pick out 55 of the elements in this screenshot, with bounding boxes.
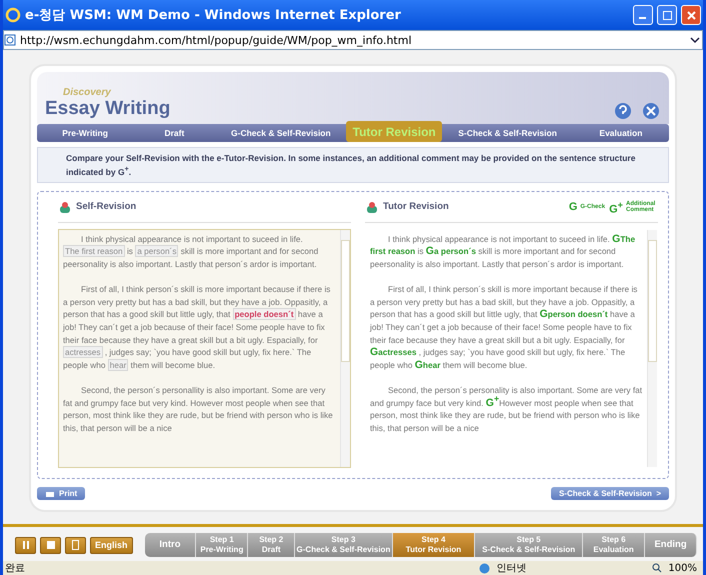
nav-tab[interactable]: S-Check & Self-Revision (442, 124, 573, 142)
nav-tab[interactable]: Evaluation (572, 124, 669, 142)
step-tab[interactable]: Ending (645, 533, 698, 557)
status-text: 완료 (5, 562, 26, 575)
essay-paragraph: I think physical appearance is not important to suceed in life. The first reason is a person´s skill is more important and for second peersonality is also important. Lastly that person´s ardor is important. (63, 232, 320, 271)
essay-paragraph: Second, the person´s personality is also important. Some are very fat and grumpy face but very kind. G$^{+}$However most people when see that person, most think like they are rude, but be friend with person who is like this, that person will be a nice (370, 384, 643, 434)
close-icon[interactable] (641, 102, 661, 120)
scrollbar[interactable] (647, 230, 657, 467)
nav-tab[interactable]: Tutor Revision (346, 121, 442, 142)
step-tab[interactable]: Step 4 Tutor Revision (392, 533, 476, 557)
step-tab[interactable]: Step 3 G-Check & Self-Revision (295, 533, 393, 557)
essay-paragraph: Second, the person´s personallity is also important. Some are very fat and grumpy face but very kind. However most people when see that person, most think like they are rude, but be friend with person who is like this, that person will be a nice (63, 384, 334, 434)
step-tab[interactable]: Step 1 Pre-Writing (196, 533, 248, 557)
essay-paragraph: I think physical appearance is not important to suceed in life. GThe first reason is Ga person´s skill is more important and for second peersonality is also important. Lastly that person´s ardor is important. (370, 232, 636, 271)
zoom-icon[interactable] (652, 563, 662, 573)
logo-title: Essay Writing (45, 98, 170, 120)
essay-paragraph: First of all, I think person´s skill is more important because if there is a person very pretty but has a bad skill, but they have a job. Oppasitly, a person that has a good skill but little ugly, that Gperson doesn´t have a job! They can´t get a job because of their face! Some people have to fix their face because they have a great skill but a bit ugly. Espacially, for Gactresses , judges say; `you have good skill but ugly, fix here.` The people who Ghear them will become blue. (370, 283, 638, 372)
nav-tab[interactable]: Draft (133, 124, 216, 142)
globe-icon (479, 562, 490, 574)
step-tab[interactable]: Step 6 Evaluation (583, 533, 646, 557)
help-icon[interactable] (613, 102, 633, 120)
minimize-button[interactable] (633, 5, 653, 25)
pause-icon (22, 541, 30, 549)
print-button[interactable]: Print (37, 486, 86, 500)
step-tab[interactable]: Step 5 S-Check & Self-Revision (475, 533, 584, 557)
browser-icon (5, 7, 21, 23)
panel-title: Self-Revision (76, 201, 138, 212)
maximize-button[interactable] (657, 5, 677, 25)
essay-paragraph: First of all, I think person´s skill is more important because if there is a person very pretty but has a bad skill, but they have a job. Oppasitly, a person that has a good skill but little ugly, that people doesn´t have a job! They can´t get a job because of their face! Some people have to fix their face because they have a great skill but a bit ugly. Espacially, for actresses , judges say; `you have good skill but ugly, fix here.` The people who hear them will become blue. (63, 283, 332, 372)
nav-tab[interactable]: Pre-Writing (37, 124, 134, 142)
maximize-icon (662, 10, 672, 20)
instruction-text: Compare your Self-Revision with the e-Tutor-Revision. In some instances, an additional comment may be provided on the sentence structure indicated by G$^{+}$. (37, 147, 669, 183)
step-tab[interactable]: Step 2 Draft (248, 533, 296, 557)
pause-button[interactable] (15, 536, 36, 554)
document-icon (72, 540, 79, 550)
nav-tab[interactable]: G-Check & Self-Revision (216, 124, 346, 142)
language-button[interactable]: English (90, 536, 133, 554)
stop-button[interactable] (40, 536, 61, 554)
close-icon (686, 10, 696, 20)
panel-title: Tutor Revision (383, 201, 450, 212)
document-button[interactable] (65, 536, 86, 554)
zone-text: 인터넷 (496, 562, 528, 575)
legend-mark: G$^{+}$ (609, 202, 623, 212)
stop-icon (46, 541, 54, 549)
address-field[interactable]: http://wsm.echungdahm.com/html/popup/guide/WM/pop_wm_info.html (3, 30, 703, 50)
scrollbar[interactable] (340, 230, 350, 467)
next-step-button[interactable]: S-Check & Self-Revision > (550, 486, 669, 500)
zoom-text[interactable]: 100% (668, 562, 697, 574)
logo-subtitle: Discovery (62, 87, 112, 98)
page-icon (4, 34, 16, 46)
address-text: http://wsm.echungdahm.com/html/popup/guide/WM/pop_wm_info.html (20, 34, 413, 46)
step-tab[interactable]: Intro (144, 533, 196, 557)
window-title: e-청담 WSM: WM Demo - Windows Internet Explorer (25, 7, 402, 24)
close-button[interactable] (681, 5, 701, 25)
legend-mark: G (568, 204, 578, 210)
